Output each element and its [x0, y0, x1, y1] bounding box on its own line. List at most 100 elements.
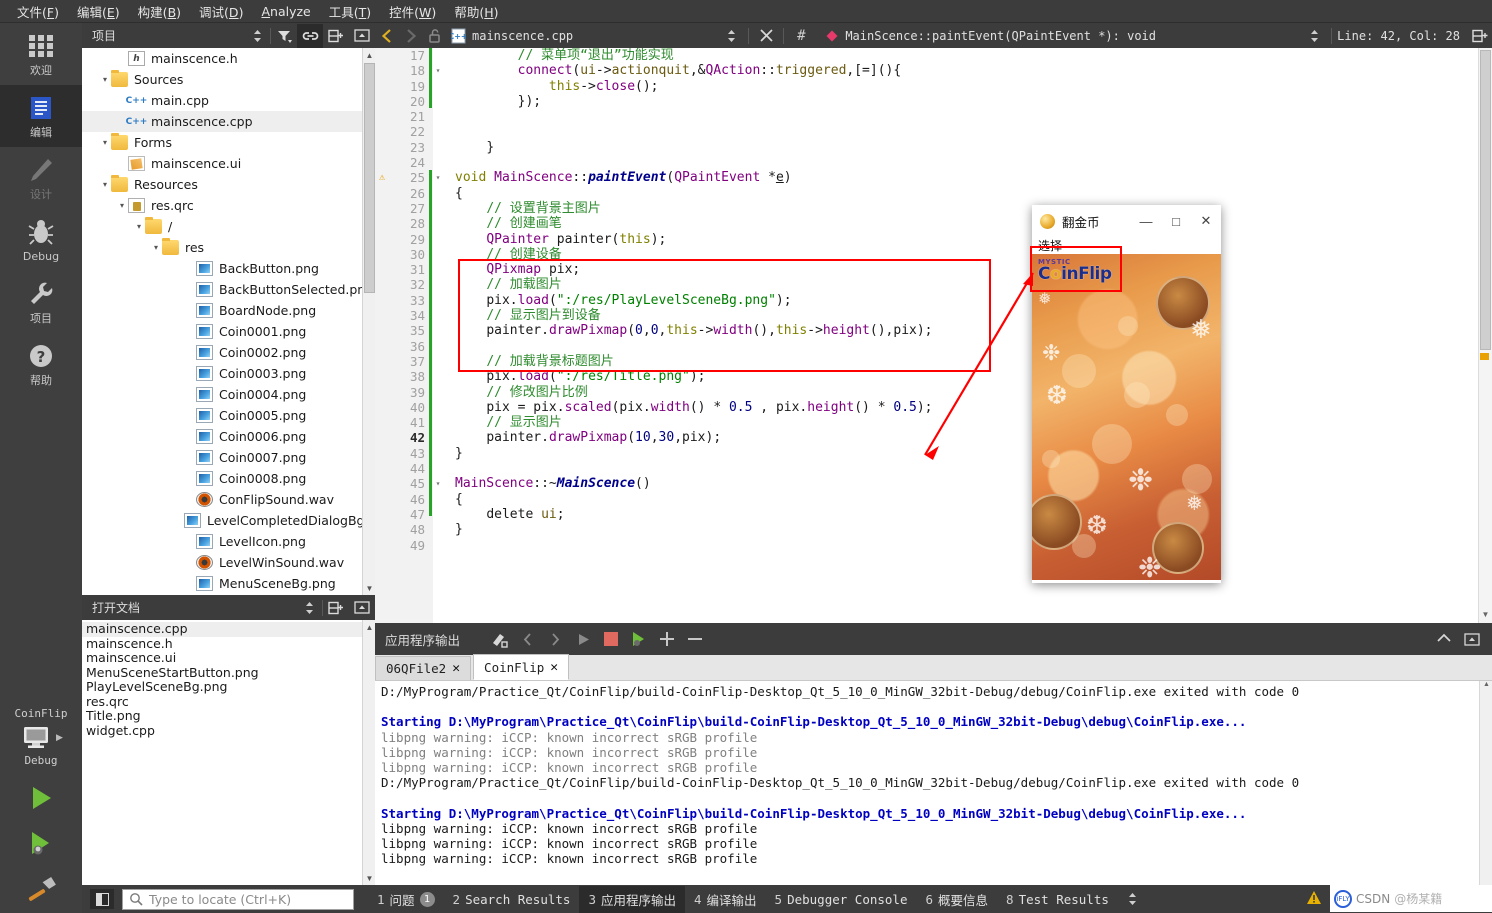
- code-line-18[interactable]: 18 ▾ connect(ui->actionquit,&QAction::tri…: [375, 63, 1478, 78]
- code-line-35[interactable]: 35 painter.drawPixmap(0,0,this->width(),…: [375, 323, 1478, 338]
- split-editor-icon[interactable]: [1468, 24, 1492, 48]
- code-line-28[interactable]: 28 // 创建画笔: [375, 216, 1478, 231]
- project-tree[interactable]: h mainscence.h ▾ Sources C++ main.cpp C++ mains…: [82, 48, 375, 595]
- tree-item-main.cpp[interactable]: C++ main.cpp: [82, 90, 375, 111]
- unlock-icon[interactable]: [423, 24, 447, 48]
- filter-icon[interactable]: [271, 24, 297, 48]
- output-scroll-up-icon[interactable]: ▲: [1481, 681, 1492, 688]
- menu-item-4[interactable]: Analyze: [252, 2, 319, 21]
- output-selector-应用程序输出[interactable]: 3 应用程序输出: [579, 885, 685, 913]
- build-button[interactable]: [0, 867, 82, 913]
- code-line-32[interactable]: 32 // 加载图片: [375, 277, 1478, 292]
- tree-item-MenuSceneBg.png[interactable]: MenuSceneBg.png: [82, 573, 375, 594]
- editor-scrollbar[interactable]: ▼: [1478, 48, 1492, 623]
- tree-item-mainscence.ui[interactable]: mainscence.ui: [82, 153, 375, 174]
- close-document-icon[interactable]: [754, 24, 778, 48]
- tree-item-/[interactable]: ▾ /: [82, 216, 375, 237]
- scroll-up-icon[interactable]: ▲: [363, 48, 375, 62]
- view-selector-stepper[interactable]: [244, 24, 270, 48]
- hash-icon[interactable]: #: [789, 24, 813, 48]
- menu-item-7[interactable]: 帮助(H): [445, 0, 507, 23]
- prev-item-icon[interactable]: [513, 624, 541, 654]
- toggle-sidebar-button[interactable]: [90, 889, 114, 909]
- app-close-button[interactable]: ✕: [1191, 206, 1221, 236]
- stop-button[interactable]: [597, 624, 625, 654]
- project-tree-scroll-thumb[interactable]: [364, 63, 375, 293]
- tree-item-Coin0005.png[interactable]: Coin0005.png: [82, 405, 375, 426]
- scroll-down-icon[interactable]: ▼: [363, 581, 375, 595]
- output-tab-CoinFlip[interactable]: CoinFlip ✕: [473, 654, 570, 680]
- close-icon[interactable]: ✕: [550, 660, 558, 675]
- output-selector-编译输出[interactable]: 4 编译输出: [685, 886, 766, 913]
- mode-Debug[interactable]: Debug: [0, 209, 82, 271]
- code-line-38[interactable]: 38 pix.load(":/res/Title.png");: [375, 369, 1478, 384]
- close-output-icon[interactable]: [1458, 624, 1486, 654]
- scroll-down-icon[interactable]: ▼: [1480, 610, 1491, 621]
- open-doc-mainscence.cpp[interactable]: mainscence.cpp: [82, 621, 375, 637]
- open-doc-mainscence.ui[interactable]: mainscence.ui: [82, 650, 375, 666]
- tree-item-Coin0006.png[interactable]: Coin0006.png: [82, 426, 375, 447]
- menu-item-5[interactable]: 工具(T): [320, 0, 380, 23]
- app-menu-select[interactable]: 选择: [1032, 237, 1221, 254]
- close-panel-icon[interactable]: [349, 24, 375, 48]
- docs-split-icon[interactable]: [323, 596, 349, 620]
- docs-scroll-down-icon[interactable]: ▼: [363, 871, 375, 885]
- code-line-46[interactable]: 46 {: [375, 492, 1478, 507]
- output-text[interactable]: D:/MyProgram/Practice_Qt/CoinFlip/build-…: [375, 681, 1492, 885]
- chevron-down-icon[interactable]: ▾: [150, 243, 162, 252]
- tree-item-res[interactable]: ▾ res: [82, 237, 375, 258]
- run-button[interactable]: [0, 775, 82, 821]
- code-line-19[interactable]: 19 this->close();: [375, 79, 1478, 94]
- output-tab-06QFile2[interactable]: 06QFile2 ✕: [375, 656, 472, 680]
- chevron-down-icon[interactable]: ▾: [99, 75, 111, 84]
- editor-scroll-thumb[interactable]: [1480, 50, 1491, 350]
- tree-item-Resources[interactable]: ▾ Resources: [82, 174, 375, 195]
- clear-output-icon[interactable]: [485, 624, 513, 654]
- code-text-area[interactable]: 17 // 菜单项“退出”功能实现 18 ▾ connect(ui->actionq…: [375, 48, 1492, 623]
- tree-item-Coin0004.png[interactable]: Coin0004.png: [82, 384, 375, 405]
- code-line-39[interactable]: 39 // 修改图片比例: [375, 385, 1478, 400]
- code-line-31[interactable]: 31 QPixmap pix;: [375, 262, 1478, 277]
- tree-item-Coin0001.png[interactable]: Coin0001.png: [82, 321, 375, 342]
- chevron-down-icon[interactable]: ▾: [116, 201, 128, 210]
- fold-toggle-icon[interactable]: ▾: [429, 63, 447, 78]
- tree-item-ConFlipSound.wav[interactable]: ConFlipSound.wav: [82, 489, 375, 510]
- fold-toggle-icon[interactable]: ▾: [429, 476, 447, 491]
- output-selector-Debugger Console[interactable]: 5 Debugger Console: [766, 888, 917, 911]
- output-selector-问题[interactable]: 1 问题 1: [368, 886, 444, 913]
- code-line-47[interactable]: 47 delete ui;: [375, 507, 1478, 522]
- mode-欢迎[interactable]: 欢迎: [0, 23, 82, 85]
- tree-item-Coin0003.png[interactable]: Coin0003.png: [82, 363, 375, 384]
- code-line-42[interactable]: 42 painter.drawPixmap(10,30,pix);: [375, 430, 1478, 445]
- mode-项目[interactable]: 项目: [0, 271, 82, 333]
- code-line-21[interactable]: 21: [375, 109, 1478, 124]
- code-line-23[interactable]: 23 }: [375, 140, 1478, 155]
- tree-item-Coin0002.png[interactable]: Coin0002.png: [82, 342, 375, 363]
- next-item-icon[interactable]: [541, 624, 569, 654]
- open-doc-Title.png[interactable]: Title.png: [82, 708, 375, 724]
- docs-close-icon[interactable]: [349, 596, 375, 620]
- zoom-out-icon[interactable]: [681, 624, 709, 654]
- mode-设计[interactable]: 设计: [0, 147, 82, 209]
- menu-item-6[interactable]: 控件(W): [380, 0, 445, 23]
- code-line-45[interactable]: 45 ▾ MainScence::~MainScence(): [375, 476, 1478, 491]
- open-documents-list[interactable]: mainscence.cpp mainscence.h mainscence.ui M…: [82, 620, 375, 885]
- symbol-combobox[interactable]: MainScence::paintEvent(QPaintEvent *): v…: [821, 24, 1160, 48]
- open-doc-PlayLevelSceneBg.png[interactable]: PlayLevelSceneBg.png: [82, 679, 375, 695]
- app-minimize-button[interactable]: —: [1131, 206, 1161, 236]
- attach-debugger-icon[interactable]: [625, 624, 653, 654]
- menu-item-2[interactable]: 构建(B): [129, 0, 190, 23]
- split-icon[interactable]: [323, 24, 349, 48]
- tree-item-res.qrc[interactable]: ▾ res.qrc: [82, 195, 375, 216]
- go-back-icon[interactable]: [375, 24, 399, 48]
- app-maximize-button[interactable]: □: [1161, 206, 1191, 236]
- sync-with-editor-icon[interactable]: [297, 23, 323, 48]
- code-line-40[interactable]: 40 pix = pix.scaled(pix.width() * 0.5 , …: [375, 400, 1478, 415]
- debug-button[interactable]: [0, 821, 82, 867]
- tree-item-mainscence.cpp[interactable]: C++ mainscence.cpp: [82, 111, 375, 132]
- output-selector-Search Results[interactable]: 2 Search Results: [444, 888, 580, 911]
- fold-toggle-icon[interactable]: ▾: [429, 170, 447, 185]
- open-documents-scrollbar[interactable]: ▲ ▼: [362, 620, 375, 885]
- code-line-25[interactable]: ⚠ 25 ▾ void MainScence::paintEvent(QPaintEv…: [375, 170, 1478, 185]
- tree-item-LevelWinSound.wav[interactable]: LevelWinSound.wav: [82, 552, 375, 573]
